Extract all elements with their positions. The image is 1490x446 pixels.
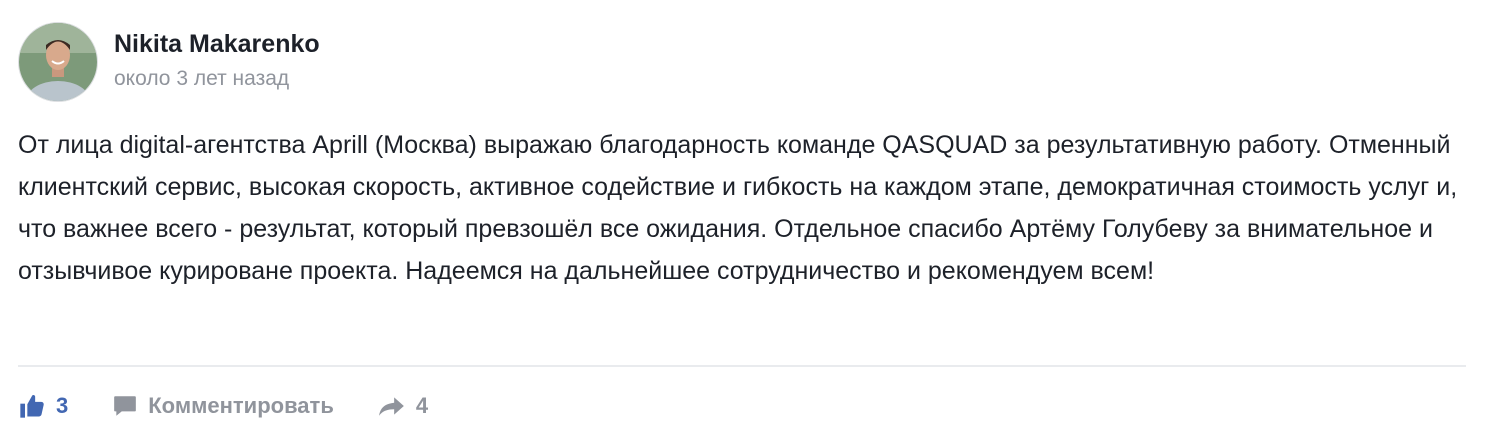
thumbs-up-icon — [18, 392, 46, 420]
like-count: 3 — [56, 393, 69, 418]
post-timestamp[interactable]: около 3 лет назад — [114, 67, 289, 91]
like-button[interactable]: 3 — [18, 392, 68, 420]
avatar[interactable] — [18, 22, 98, 102]
post-actions: 3 Комментировать 4 — [18, 384, 428, 428]
comment-label: Комментировать — [148, 393, 334, 418]
share-count: 4 — [415, 393, 429, 418]
author-name[interactable]: Nikita Makarenko — [114, 30, 320, 59]
comment-bubble-icon — [112, 393, 138, 419]
share-button[interactable]: 4 — [378, 393, 428, 419]
divider — [18, 365, 1466, 367]
avatar-photo — [19, 23, 97, 101]
share-arrow-icon — [378, 393, 406, 419]
comment-button[interactable]: Комментировать — [112, 393, 334, 419]
post-body: От лица digital-агентства Aprill (Москва… — [18, 131, 1458, 285]
